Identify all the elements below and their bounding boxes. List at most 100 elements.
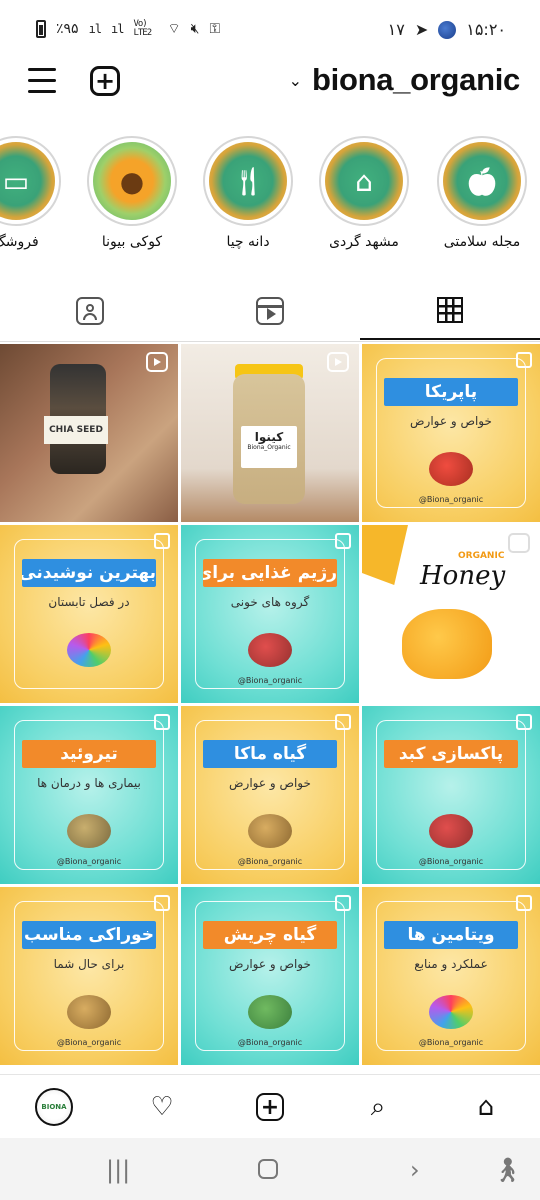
carousel-badge-icon [335, 533, 351, 549]
drinks-illustration [67, 633, 111, 667]
card-title: گیاه ماکا [203, 740, 337, 768]
home-icon[interactable]: ⌂ [466, 1087, 506, 1127]
card-title: گیاه چریش [203, 921, 337, 949]
highlight-chia-seed[interactable]: 🍴︎ دانه چیا [202, 136, 294, 250]
reel-badge-icon [146, 352, 168, 372]
tab-tagged[interactable] [0, 282, 180, 340]
post-vitamins[interactable]: ویتامین ها عملکرد و منابع @Biona_organic [362, 887, 540, 1065]
account-switcher[interactable]: ⌄ biona_organic [289, 62, 521, 98]
telegram-icon: ➤ [414, 20, 429, 39]
story-highlights: 🍎︎ مجله سلامتی ⌂ مشهد گردی 🍴︎ دانه چیا ●… [0, 136, 540, 266]
heart-icon[interactable]: ♡ [142, 1087, 182, 1127]
status-bar: ٪۹۵ ıl ıl Vo) LTE2 ⌔ 🔇︎ ⚿ ۱۷ ➤ ۱۵:۲۰ [0, 0, 540, 62]
highlight-health-magazine[interactable]: 🍎︎ مجله سلامتی [436, 136, 528, 250]
highlight-mashhad-tour[interactable]: ⌂ مشهد گردی [318, 136, 410, 250]
post-suitable-foods[interactable]: خوراکی مناسب برای حال شما @Biona_organic [0, 887, 178, 1065]
highlight-label: مشهد گردی [329, 234, 399, 250]
reel-badge-icon [327, 352, 349, 372]
jar-label-brand: Biona_Organic [247, 444, 291, 451]
highlight-biona-cookie[interactable]: ● کوکی بیونا [86, 136, 178, 250]
jar-label: CHIA SEED [44, 416, 108, 444]
grid-icon [437, 297, 463, 323]
building-icon: ⌂ [325, 142, 403, 220]
nav-profile[interactable]: BIONA [34, 1087, 74, 1127]
card-title: پاکسازی کبد [384, 740, 518, 768]
post-liver-detox[interactable]: پاکسازی کبد @Biona_organic [362, 706, 540, 884]
create-button[interactable]: + [90, 66, 120, 96]
globe-icon [438, 20, 457, 39]
card-handle: @Biona_organic [237, 857, 303, 866]
card-title: رژیم غذایی برای [203, 559, 337, 587]
carousel-badge-icon [335, 895, 351, 911]
post-quinoa[interactable]: کینوا Biona_Organic [181, 344, 359, 522]
honey-subtitle: ORGANIC [458, 551, 505, 561]
cookie-icon: ● [93, 142, 171, 220]
card-title: بهترین نوشیدنی ها [22, 559, 156, 587]
back-icon[interactable]: › [410, 1156, 420, 1184]
tab-grid[interactable] [360, 282, 540, 340]
accessibility-icon[interactable]: 🚶︎ [492, 1156, 522, 1184]
post-paprika[interactable]: پاپریکا خواص و عوارض @Biona_organic [362, 344, 540, 522]
home-button[interactable] [258, 1159, 278, 1179]
card-handle: @Biona_organic [237, 1038, 303, 1047]
post-maca[interactable]: گیاه ماکا خواص و عوارض @Biona_organic [181, 706, 359, 884]
tab-reels[interactable] [180, 282, 360, 340]
card-handle: @Biona_organic [418, 857, 484, 866]
card-title: ویتامین ها [384, 921, 518, 949]
carousel-badge-icon [516, 352, 532, 368]
apple-icon: 🍎︎ [443, 142, 521, 220]
highlight-label: فروشگ [0, 234, 39, 250]
card-subtitle: خواص و عوارض [229, 957, 311, 971]
signal-icon-2: ıl [111, 22, 124, 36]
post-thyroid[interactable]: تیروئید بیماری ها و درمان ها @Biona_orga… [0, 706, 178, 884]
highlight-shop[interactable]: ▭ فروشگ [0, 136, 62, 250]
honey-jar-image [402, 609, 492, 679]
card-handle: @Biona_organic [56, 1038, 122, 1047]
carousel-badge-icon [154, 895, 170, 911]
status-left: ٪۹۵ ıl ıl Vo) LTE2 ⌔ 🔇︎ ⚿ [36, 20, 220, 38]
card-subtitle: خواص و عوارض [410, 414, 492, 428]
system-nav-bar: ||| › 🚶︎ [0, 1138, 540, 1200]
honeycomb-image [362, 525, 408, 585]
carousel-badge-icon [154, 714, 170, 730]
highlight-label: کوکی بیونا [101, 234, 163, 250]
jar-label: کینوا Biona_Organic [241, 426, 297, 468]
status-right: ۱۷ ➤ ۱۵:۲۰ [388, 20, 506, 39]
post-neem[interactable]: گیاه چریش خواص و عوارض @Biona_organic [181, 887, 359, 1065]
card-subtitle: گروه های خونی [230, 595, 310, 609]
post-blood-type-diet[interactable]: رژیم غذایی برای گروه های خونی @Biona_org… [181, 525, 359, 703]
avatar: BIONA [35, 1088, 73, 1126]
post-grid: CHIA SEED کینوا Biona_Organic پاپریکا خو… [0, 344, 540, 1066]
nav-create[interactable]: + [250, 1087, 290, 1127]
card-subtitle: در فصل تابستان [48, 595, 130, 609]
home-square-icon [258, 1159, 278, 1179]
post-chia-seed[interactable]: CHIA SEED [0, 344, 178, 522]
honey-title: Honey [420, 561, 506, 591]
post-organic-honey[interactable]: ORGANIC Honey [362, 525, 540, 703]
signal-icon: ıl [88, 22, 102, 36]
post-summer-drinks[interactable]: بهترین نوشیدنی ها در فصل تابستان [0, 525, 178, 703]
jar-label-title: کینوا [254, 430, 284, 444]
bottom-nav: BIONA ♡ + ⌕ ⌂ [0, 1074, 540, 1138]
reels-icon [256, 297, 284, 325]
key-icon: ⚿ [209, 21, 221, 37]
battery-icon [36, 20, 46, 38]
chevron-down-icon[interactable]: ⌄ [289, 71, 302, 90]
hamburger-menu-icon[interactable] [28, 68, 56, 94]
carousel-badge-icon [516, 895, 532, 911]
vitamins-illustration [429, 995, 473, 1029]
username: biona_organic [312, 62, 520, 97]
card-handle: @Biona_organic [418, 495, 484, 504]
notification-count: ۱۷ [387, 20, 405, 39]
plate-utensils-icon: 🍴︎ [209, 142, 287, 220]
card-handle: @Biona_organic [418, 1038, 484, 1047]
recent-apps-icon[interactable]: ||| [106, 1156, 130, 1184]
wifi-icon: ⌔ [167, 21, 181, 37]
plus-square-icon: + [256, 1093, 284, 1121]
mute-icon: 🔇︎ [190, 21, 200, 37]
highlight-label: دانه چیا [226, 234, 270, 250]
card-subtitle: خواص و عوارض [229, 776, 311, 790]
neem-leaves-illustration [248, 995, 292, 1029]
search-icon[interactable]: ⌕ [358, 1087, 398, 1127]
carousel-badge-icon [154, 533, 170, 549]
